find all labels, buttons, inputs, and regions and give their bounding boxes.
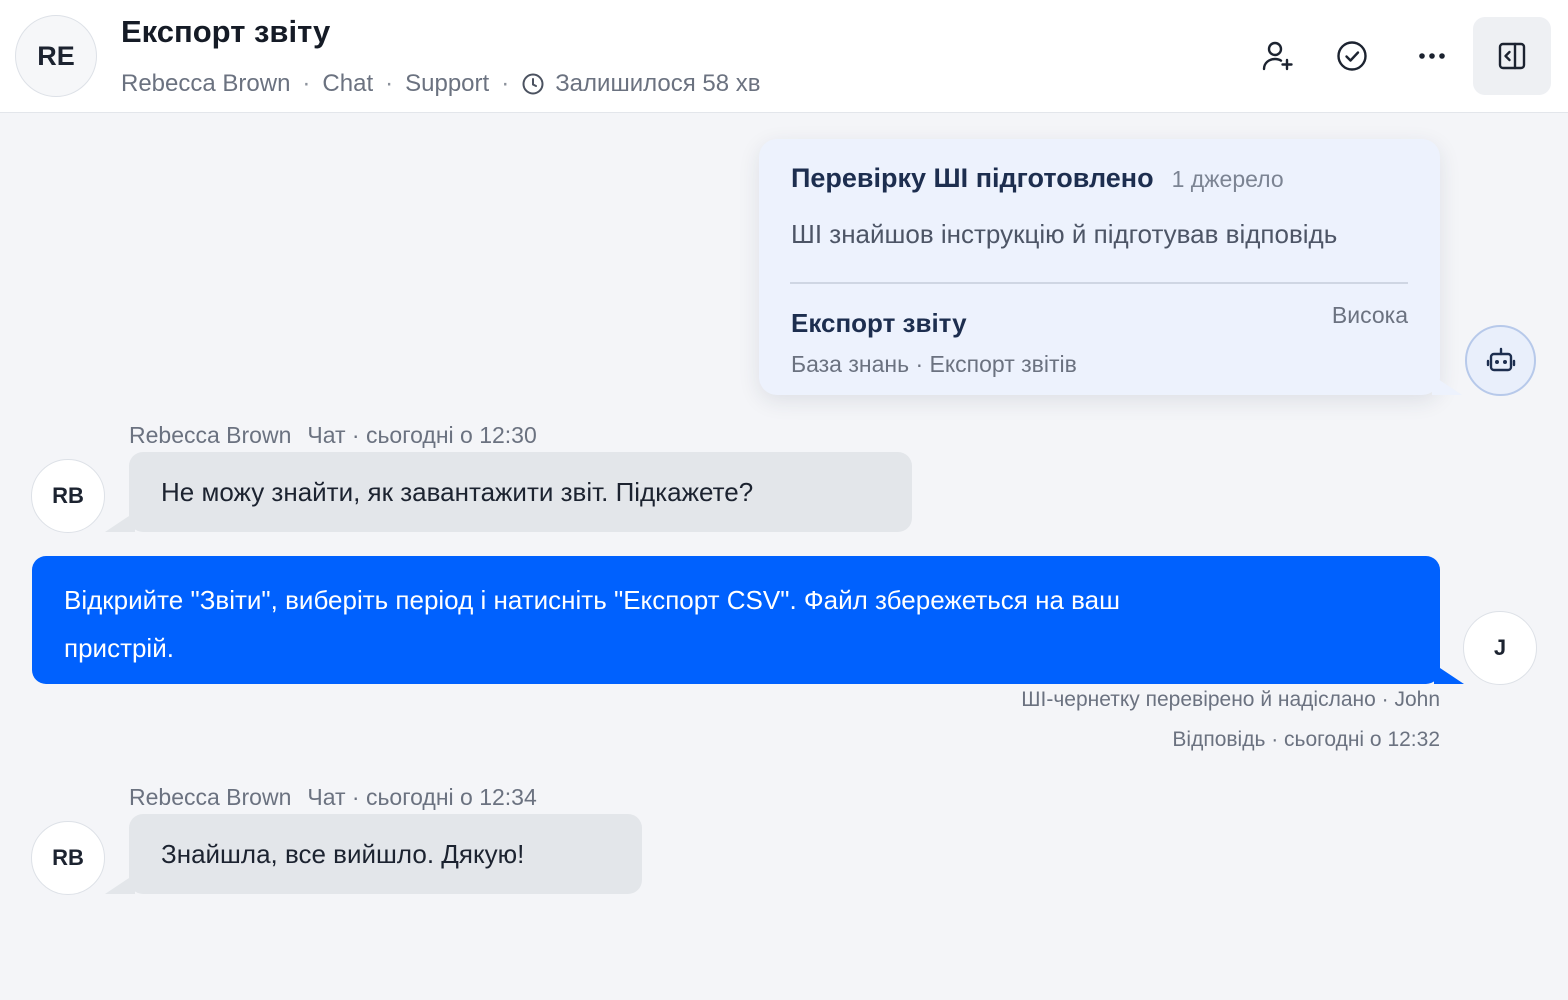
customer-avatar[interactable]: RE xyxy=(15,15,97,97)
incoming-message-bubble[interactable]: Не можу знайти, як завантажити звіт. Під… xyxy=(105,452,912,532)
channel-label: Chat xyxy=(322,70,374,97)
ai-review-card[interactable]: Перевірку ШІ підготовлено 1 джерело ШІ з… xyxy=(759,139,1462,395)
message-timestamp: Чат · сьогодні о 12:34 xyxy=(307,784,537,810)
separator: · xyxy=(385,70,394,97)
conversation-header: RE Експорт звіту Rebecca Brown · Chat · … xyxy=(0,0,1568,113)
outgoing-message-bubble[interactable]: Відкрийте "Звіти", виберіть період і нат… xyxy=(32,556,1464,684)
ai-source-count[interactable]: 1 джерело xyxy=(1172,166,1284,193)
agent-avatar: J xyxy=(1463,611,1537,685)
ai-review-header: Перевірку ШІ підготовлено 1 джерело xyxy=(791,163,1284,194)
ai-source-title[interactable]: Експорт звіту xyxy=(791,308,967,339)
ai-bot-avatar xyxy=(1465,325,1536,396)
more-button[interactable] xyxy=(1393,17,1471,95)
message-meta: Rebecca Brown Чат · сьогодні о 12:34 xyxy=(129,784,537,811)
more-icon xyxy=(1419,53,1445,59)
ai-review-title: Перевірку ШІ підготовлено xyxy=(791,163,1154,193)
resolve-button[interactable] xyxy=(1313,17,1391,95)
assign-button[interactable] xyxy=(1239,17,1317,95)
separator: · xyxy=(302,70,311,97)
conversation-title: Експорт звіту xyxy=(121,14,331,49)
toggle-panel-button[interactable] xyxy=(1473,17,1551,95)
separator: · xyxy=(501,70,510,97)
customer-message-avatar: RB xyxy=(31,459,105,533)
clock-icon xyxy=(522,73,544,95)
message-status: ШІ-чернетку перевірено й надіслано · Joh… xyxy=(1021,688,1440,711)
message-text: Знайшла, все вийшло. Дякую! xyxy=(161,838,525,869)
divider xyxy=(790,282,1408,284)
incoming-message-bubble[interactable]: Знайшла, все вийшло. Дякую! xyxy=(105,814,642,894)
customer-name[interactable]: Rebecca Brown xyxy=(121,70,290,98)
ai-priority-label: Висока xyxy=(1331,302,1408,328)
ai-source-path: База знань · Експорт звітів xyxy=(791,351,1077,377)
user-plus-icon xyxy=(1262,41,1293,71)
conversation-meta: Rebecca Brown · Chat · Support · Залишил… xyxy=(121,68,761,100)
message-timestamp: Чат · сьогодні о 12:30 xyxy=(307,422,537,448)
message-text: Відкрийте "Звіти", виберіть період і нат… xyxy=(64,585,1120,663)
robot-icon xyxy=(1486,347,1515,371)
check-circle-icon xyxy=(1337,41,1367,71)
message-timestamp: Відповідь · сьогодні о 12:32 xyxy=(1172,728,1440,751)
message-meta: Rebecca Brown Чат · сьогодні о 12:30 xyxy=(129,422,537,449)
sidebar-toggle-icon xyxy=(1498,42,1526,70)
message-author: Rebecca Brown xyxy=(129,784,292,810)
ai-review-summary: ШІ знайшов інструкцію й підготував відпо… xyxy=(791,219,1338,249)
message-text: Не можу знайти, як завантажити звіт. Під… xyxy=(161,476,754,507)
customer-message-avatar: RB xyxy=(31,821,105,895)
message-author: Rebecca Brown xyxy=(129,422,292,448)
team-label: Support xyxy=(405,70,490,97)
sla-timer: Залишилося 58 хв xyxy=(555,70,761,97)
